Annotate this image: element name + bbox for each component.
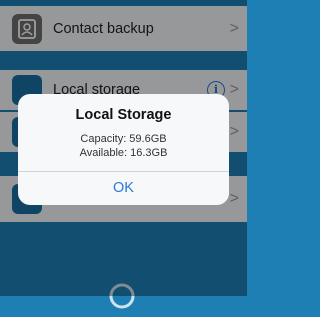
- ok-button[interactable]: OK: [18, 172, 229, 205]
- dialog-message: Capacity: 59.6GB Available: 16.3GB: [18, 132, 229, 160]
- available-text: Available: 16.3GB: [79, 147, 168, 159]
- storage-alert-dialog: Local Storage Capacity: 59.6GB Available…: [18, 94, 229, 205]
- capacity-text: Capacity: 59.6GB: [80, 133, 167, 145]
- dialog-title: Local Storage: [75, 107, 172, 123]
